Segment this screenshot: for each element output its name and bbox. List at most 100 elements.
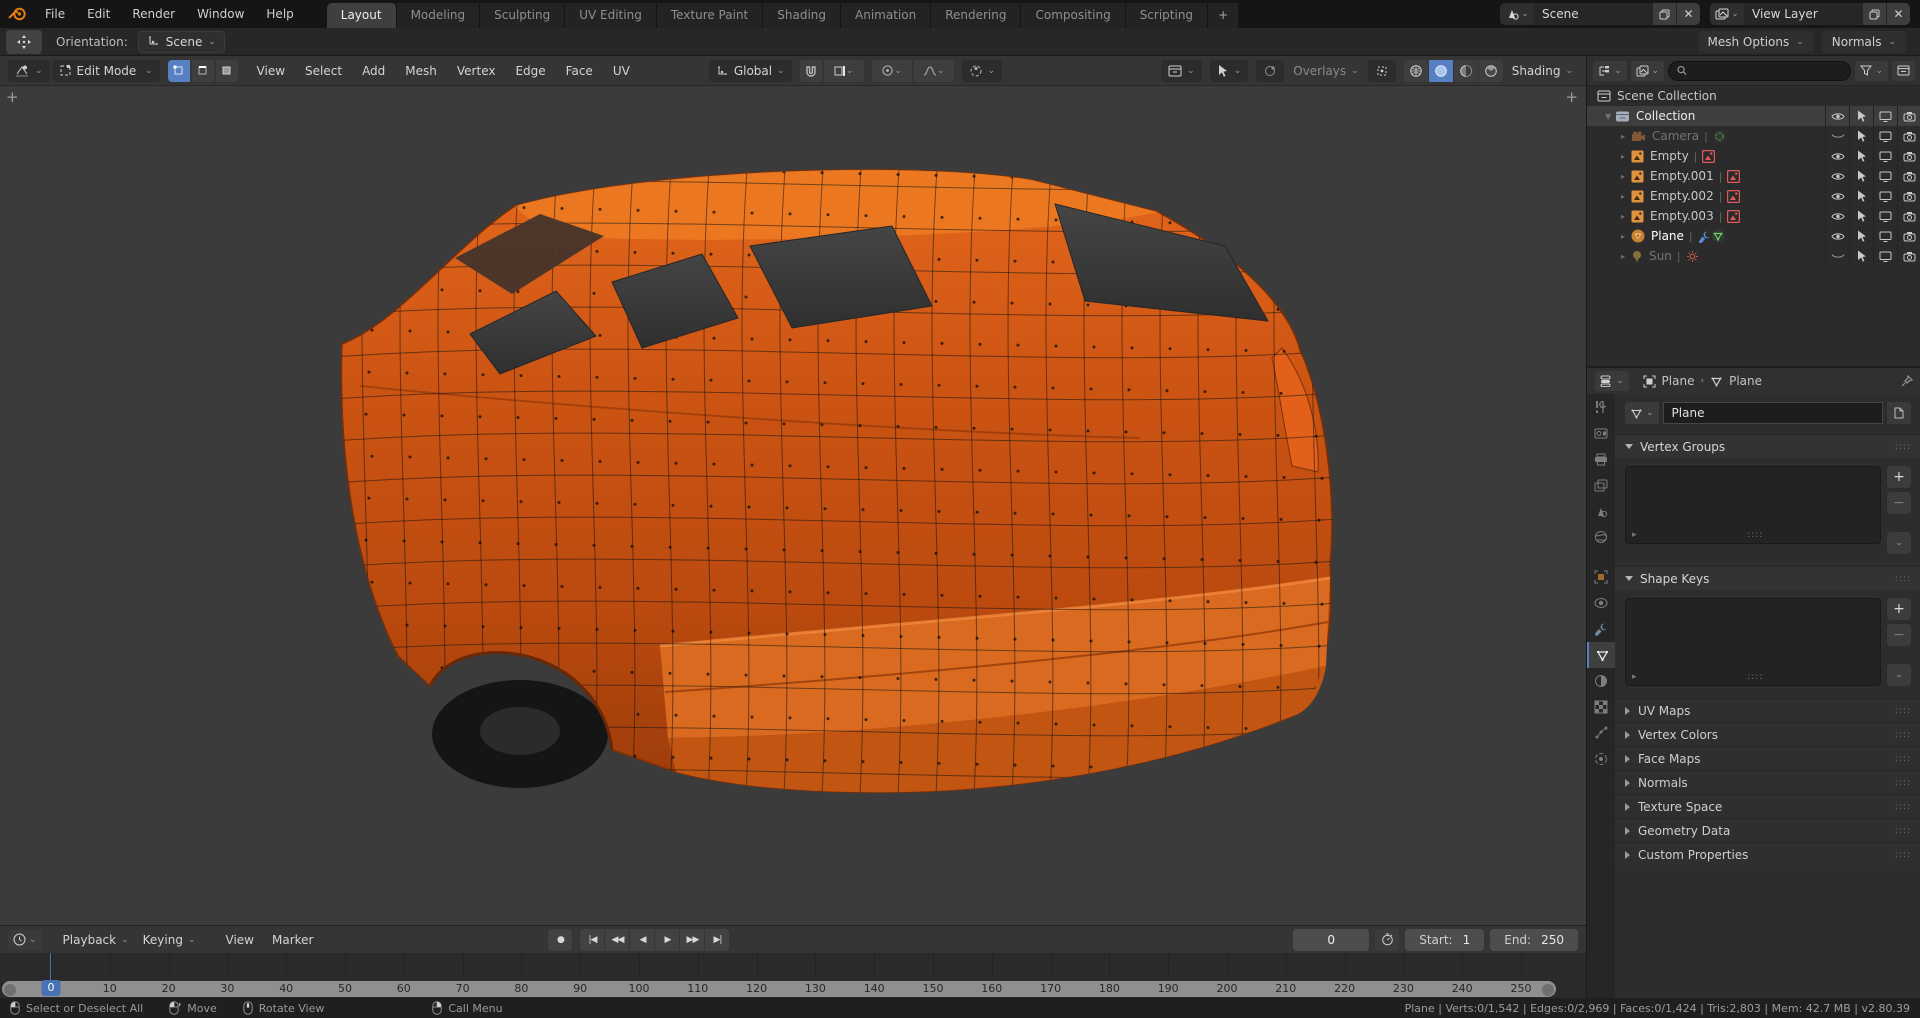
outliner-new-collection-button[interactable] xyxy=(1892,61,1915,81)
editor-type-dropdown[interactable]: ⌄ xyxy=(8,60,50,82)
panel-header-vertex-groups[interactable]: Vertex Groups :::: xyxy=(1615,434,1920,458)
tab-material-properties[interactable] xyxy=(1587,668,1615,694)
list-filter-toggle[interactable]: ▸ xyxy=(1632,530,1637,540)
disclosure-triangle-icon[interactable]: ▼ xyxy=(1605,112,1615,121)
hide-in-viewport-toggle[interactable] xyxy=(1825,106,1849,126)
menu-help[interactable]: Help xyxy=(255,3,304,25)
disclosure-triangle-icon[interactable]: ▸ xyxy=(1621,172,1631,181)
tab-particle-properties[interactable] xyxy=(1587,720,1615,746)
gizmos-toggle[interactable] xyxy=(1256,60,1284,82)
hide-in-viewports-toggle[interactable] xyxy=(1873,246,1897,266)
menu-view[interactable]: View xyxy=(248,60,294,82)
outliner-row-empty[interactable]: ▸ Empty | xyxy=(1587,146,1920,166)
add-workspace-button[interactable]: + xyxy=(1208,3,1239,28)
selectable-toggle[interactable] xyxy=(1849,206,1873,226)
selectable-toggle[interactable] xyxy=(1849,106,1873,126)
frame-start-field[interactable]: Start: 1 xyxy=(1405,929,1484,951)
datablock-name-field[interactable]: Plane xyxy=(1663,402,1883,424)
hide-in-viewports-toggle[interactable] xyxy=(1873,226,1897,246)
orientation-dropdown[interactable]: Scene ⌄ xyxy=(138,31,225,53)
disable-in-renders-toggle[interactable] xyxy=(1897,246,1920,266)
menu-render[interactable]: Render xyxy=(121,3,186,25)
menu-uv[interactable]: UV xyxy=(604,60,639,82)
shape-key-specials-menu[interactable]: ⌄ xyxy=(1887,664,1911,686)
outliner-row-collection[interactable]: ▼ Collection xyxy=(1587,106,1920,126)
timeline-view-menu[interactable]: View xyxy=(217,929,263,951)
menu-face[interactable]: Face xyxy=(557,60,602,82)
tab-render-properties[interactable] xyxy=(1587,420,1615,446)
previous-keyframe-button[interactable]: ◀◀ xyxy=(605,929,629,951)
panel-header-vertex-colors[interactable]: Vertex Colors :::: xyxy=(1615,722,1920,746)
properties-editor-type-dropdown[interactable]: ⌄ xyxy=(1595,371,1629,391)
snap-toggle-button[interactable] xyxy=(800,60,822,82)
hide-in-viewports-toggle[interactable] xyxy=(1873,186,1897,206)
vertex-group-add-button[interactable]: + xyxy=(1887,466,1911,488)
proportional-editing-dropdown[interactable]: ⌄ xyxy=(872,60,912,82)
vertex-groups-list[interactable]: ▸:::: xyxy=(1625,466,1881,544)
menu-window[interactable]: Window xyxy=(186,3,255,25)
panel-header-custom-properties[interactable]: Custom Properties :::: xyxy=(1615,842,1920,866)
timeline-tracks[interactable] xyxy=(0,953,1586,980)
normals-dropdown[interactable]: Normals ⌄ xyxy=(1822,31,1906,53)
disable-in-renders-toggle[interactable] xyxy=(1897,146,1920,166)
drag-handle[interactable]: :::: xyxy=(1895,706,1911,716)
scrollbar-handle-left[interactable] xyxy=(4,984,16,996)
hide-in-viewport-toggle[interactable] xyxy=(1825,246,1849,266)
drag-handle[interactable]: :::: xyxy=(1895,802,1911,812)
timeline-editor-type-dropdown[interactable]: ⌄ xyxy=(8,930,42,950)
hide-in-viewport-toggle[interactable] xyxy=(1825,166,1849,186)
outliner-row-plane[interactable]: ▸ Plane | xyxy=(1587,226,1920,246)
view-layer-name[interactable]: View Layer xyxy=(1744,7,1862,21)
outliner-search[interactable] xyxy=(1668,61,1851,81)
scrollbar-handle-right[interactable] xyxy=(1542,984,1554,996)
disclosure-triangle-icon[interactable]: ▸ xyxy=(1621,192,1631,201)
move-tool-icon[interactable] xyxy=(6,30,42,54)
scene-icon[interactable]: ⌄ xyxy=(1500,3,1534,25)
use-preview-range-toggle[interactable] xyxy=(1375,929,1399,951)
tab-physics-properties[interactable] xyxy=(1587,590,1615,616)
tab-animation[interactable]: Animation xyxy=(841,3,931,28)
disclosure-triangle-icon[interactable]: ▸ xyxy=(1621,152,1631,161)
rendered-shading-button[interactable] xyxy=(1479,60,1503,82)
panel-header-normals[interactable]: Normals :::: xyxy=(1615,770,1920,794)
scene-copy-button[interactable] xyxy=(1652,3,1676,25)
snap-target-dropdown[interactable]: ⌄ xyxy=(824,60,864,82)
play-button[interactable]: ▶ xyxy=(655,929,679,951)
outliner-row-scene-collection[interactable]: Scene Collection xyxy=(1587,86,1920,106)
drag-handle[interactable]: :::: xyxy=(1895,574,1911,584)
current-frame-field[interactable]: 0 xyxy=(1293,929,1369,951)
hide-in-viewports-toggle[interactable] xyxy=(1873,206,1897,226)
transform-orientation-dropdown[interactable]: Global ⌄ xyxy=(709,60,792,82)
hide-in-viewport-toggle[interactable] xyxy=(1825,126,1849,146)
jump-to-end-button[interactable]: ▶| xyxy=(705,929,729,951)
keying-menu[interactable]: Keying ⌄ xyxy=(136,929,203,951)
menu-mesh[interactable]: Mesh xyxy=(396,60,446,82)
toolbar-expand-icon[interactable]: + xyxy=(6,88,19,106)
xray-toggle[interactable] xyxy=(1368,60,1396,82)
selectable-toggle[interactable] xyxy=(1849,166,1873,186)
mesh-id-dropdown[interactable]: ⌄ xyxy=(1625,402,1659,424)
search-input[interactable] xyxy=(1693,65,1842,77)
tab-compositing[interactable]: Compositing xyxy=(1021,3,1125,28)
menu-file[interactable]: File xyxy=(34,3,76,25)
selectable-toggle[interactable] xyxy=(1849,126,1873,146)
drag-handle[interactable]: :::: xyxy=(1895,826,1911,836)
library-override-button[interactable] xyxy=(1887,402,1911,424)
tab-layout[interactable]: Layout xyxy=(327,3,397,28)
disable-in-renders-toggle[interactable] xyxy=(1897,186,1920,206)
vertex-group-remove-button[interactable]: − xyxy=(1887,492,1911,514)
panel-header-geometry-data[interactable]: Geometry Data :::: xyxy=(1615,818,1920,842)
hide-in-viewport-toggle[interactable] xyxy=(1825,206,1849,226)
menu-select[interactable]: Select xyxy=(296,60,351,82)
hide-in-viewport-toggle[interactable] xyxy=(1825,226,1849,246)
view-layer-copy-button[interactable] xyxy=(1862,3,1886,25)
timeline-scrollbar[interactable] xyxy=(2,981,1556,997)
selectability-dropdown[interactable]: ⌄ xyxy=(1210,60,1249,82)
menu-vertex[interactable]: Vertex xyxy=(448,60,505,82)
outliner-row-sun[interactable]: ▸ Sun | xyxy=(1587,246,1920,266)
view-layer-icon[interactable]: ⌄ xyxy=(1710,3,1744,25)
material-preview-shading-button[interactable] xyxy=(1454,60,1478,82)
vertex-group-specials-menu[interactable]: ⌄ xyxy=(1887,532,1911,554)
scene-name[interactable]: Scene xyxy=(1534,7,1652,21)
disable-in-renders-toggle[interactable] xyxy=(1897,106,1920,126)
